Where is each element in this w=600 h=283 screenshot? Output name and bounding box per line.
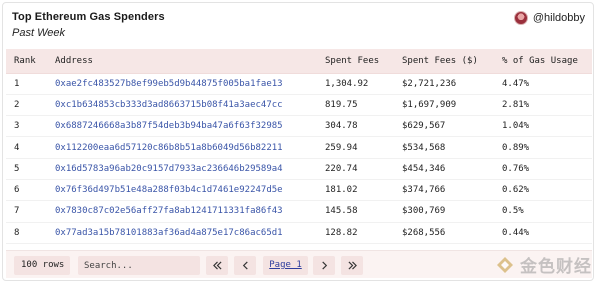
fees-usd-cell: $534,568 — [394, 136, 494, 159]
table-header-row: Rank Address Spent Fees Spent Fees ($) %… — [6, 49, 592, 74]
card-subtitle: Past Week — [12, 27, 65, 39]
column-header-spent-fees-usd[interactable]: Spent Fees ($) — [394, 49, 494, 74]
rank-cell: 1 — [6, 73, 47, 95]
author-link[interactable]: @hildobby — [513, 11, 585, 25]
gas-usage-cell: 4.47% — [494, 73, 592, 95]
rows-per-page-select[interactable]: 100 rows — [14, 256, 70, 275]
table-row: 3 0x6887246668a3b87f54deb3b94ba47a6f63f3… — [6, 115, 592, 138]
card-title: Top Ethereum Gas Spenders — [12, 11, 165, 23]
fees-cell: 128.82 — [317, 222, 394, 244]
card-header: Top Ethereum Gas Spenders Past Week @hil… — [12, 11, 585, 45]
fees-usd-cell: $300,769 — [394, 200, 494, 223]
address-link[interactable]: 0x112200eaa6d57120c86b8b51a8b6049d56b822… — [47, 136, 317, 159]
gas-usage-cell: 2.81% — [494, 94, 592, 117]
fees-usd-cell: $1,697,909 — [394, 94, 494, 117]
gas-usage-cell: 0.89% — [494, 136, 592, 159]
rank-cell: 4 — [6, 136, 47, 159]
rank-cell: 3 — [6, 115, 47, 138]
watermark: 金色财经 — [494, 252, 592, 277]
avatar-icon — [513, 11, 528, 25]
search-input[interactable] — [78, 256, 200, 275]
column-header-address[interactable]: Address — [47, 49, 317, 74]
table-row: 4 0x112200eaa6d57120c86b8b51a8b6049d56b8… — [6, 136, 592, 159]
fees-cell: 819.75 — [317, 94, 394, 117]
gas-usage-cell: 0.76% — [494, 158, 592, 180]
fees-usd-cell: $2,721,236 — [394, 73, 494, 95]
table-row: 7 0x7830c87c02e56aff27fa8ab1241711331fa8… — [6, 200, 592, 223]
table-row: 1 0xae2fc483527b8ef99eb5d9b44875f005ba1f… — [6, 73, 592, 95]
jinse-logo-icon — [497, 256, 513, 273]
address-link[interactable]: 0x7830c87c02e56aff27fa8ab1241711331fa86f… — [47, 200, 317, 223]
fees-cell: 181.02 — [317, 179, 394, 202]
fees-cell: 259.94 — [317, 136, 394, 159]
current-page-link[interactable]: Page 1 — [263, 256, 308, 275]
fees-cell: 1,304.92 — [317, 73, 394, 95]
first-page-button[interactable] — [206, 256, 228, 275]
address-link[interactable]: 0x6887246668a3b87f54deb3b94ba47a6f63f329… — [47, 115, 317, 138]
gas-usage-cell: 0.5% — [494, 200, 592, 223]
gas-usage-cell: 1.04% — [494, 115, 592, 138]
address-link[interactable]: 0xc1b634853cb333d3ad8663715b08f41a3aec47… — [47, 94, 317, 117]
rank-cell: 5 — [6, 158, 47, 180]
dashboard-card: Top Ethereum Gas Spenders Past Week @hil… — [2, 2, 594, 281]
fees-cell: 145.58 — [317, 200, 394, 223]
next-page-button[interactable] — [313, 256, 335, 275]
address-link[interactable]: 0x76f36d497b51e48a288f03b4c1d7461e92247d… — [47, 179, 317, 202]
gas-usage-cell: 0.44% — [494, 222, 592, 244]
double-chevron-right-icon — [347, 261, 357, 270]
fees-cell: 220.74 — [317, 158, 394, 180]
rank-cell: 6 — [6, 179, 47, 202]
gas-spenders-table: Rank Address Spent Fees Spent Fees ($) %… — [6, 49, 592, 244]
address-link[interactable]: 0x77ad3a15b78101883af36ad4a875e17c86ac65… — [47, 222, 317, 244]
table-row: 5 0x16d5783a96ab20c9157d7933ac236646b295… — [6, 158, 592, 180]
fees-usd-cell: $374,766 — [394, 179, 494, 202]
rank-cell: 7 — [6, 200, 47, 223]
address-link[interactable]: 0x16d5783a96ab20c9157d7933ac236646b29589… — [47, 158, 317, 180]
last-page-button[interactable] — [341, 256, 363, 275]
column-header-rank[interactable]: Rank — [6, 49, 47, 74]
fees-cell: 304.78 — [317, 115, 394, 138]
table-row: 8 0x77ad3a15b78101883af36ad4a875e17c86ac… — [6, 222, 592, 244]
gas-usage-cell: 0.62% — [494, 179, 592, 202]
column-header-spent-fees[interactable]: Spent Fees — [317, 49, 394, 74]
column-header-gas-usage[interactable]: % of Gas Usage — [494, 49, 592, 74]
double-chevron-left-icon — [212, 261, 222, 270]
chevron-right-icon — [321, 261, 327, 270]
watermark-text: 金色财经 — [520, 257, 592, 277]
address-link[interactable]: 0xae2fc483527b8ef99eb5d9b44875f005ba1fae… — [47, 73, 317, 95]
previous-page-button[interactable] — [234, 256, 256, 275]
table-row: 6 0x76f36d497b51e48a288f03b4c1d7461e9224… — [6, 179, 592, 202]
rank-cell: 8 — [6, 222, 47, 244]
rank-cell: 2 — [6, 94, 47, 117]
fees-usd-cell: $629,567 — [394, 115, 494, 138]
fees-usd-cell: $268,556 — [394, 222, 494, 244]
fees-usd-cell: $454,346 — [394, 158, 494, 180]
table-row: 2 0xc1b634853cb333d3ad8663715b08f41a3aec… — [6, 94, 592, 117]
author-name[interactable]: @hildobby — [533, 12, 585, 24]
chevron-left-icon — [242, 261, 248, 270]
